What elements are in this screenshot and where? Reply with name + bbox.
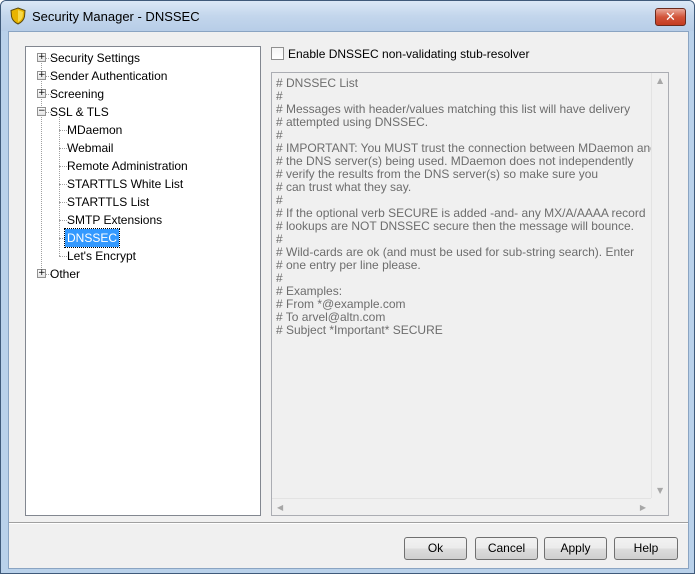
expand-icon[interactable]: + [37, 269, 46, 278]
vertical-scrollbar[interactable]: ▲ ▼ [651, 73, 668, 498]
tree-item-label[interactable]: Security Settings [48, 49, 142, 67]
scroll-right-icon[interactable]: ▶ [640, 503, 646, 512]
expand-icon[interactable]: + [37, 71, 46, 80]
tree-item-screening[interactable]: + Screening [26, 85, 256, 103]
dnssec-list-text[interactable]: # DNSSEC List # # Messages with header/val… [276, 76, 657, 337]
dnssec-list-editor[interactable]: # DNSSEC List # # Messages with header/val… [271, 72, 669, 516]
button-separator [9, 522, 688, 524]
close-button[interactable]: ✕ [655, 8, 686, 26]
dialog-client-area: + Security Settings + Sender Authentication… [8, 31, 689, 569]
apply-button[interactable]: Apply [544, 537, 607, 560]
expand-icon[interactable]: + [37, 53, 46, 62]
tree-item-webmail[interactable]: Webmail [26, 139, 256, 157]
title-bar[interactable]: Security Manager - DNSSEC ✕ [1, 1, 694, 31]
tree-item-dnssec[interactable]: DNSSEC [26, 228, 256, 248]
dnssec-enable-checkbox[interactable] [271, 47, 284, 60]
tree-item-mdaemon[interactable]: MDaemon [26, 121, 256, 139]
tree-item-label[interactable]: SMTP Extensions [65, 211, 164, 229]
scroll-left-icon[interactable]: ◀ [277, 503, 283, 512]
editor-line: # lookups are NOT DNSSEC secure then the… [276, 219, 634, 233]
tree-item-other[interactable]: + Other [26, 265, 256, 283]
tree-item-remote-administration[interactable]: Remote Administration [26, 157, 256, 175]
tree-item-label[interactable]: Remote Administration [65, 157, 190, 175]
ok-button[interactable]: Ok [404, 537, 467, 560]
security-manager-window: Security Manager - DNSSEC ✕ + Security Se… [0, 0, 695, 574]
tree-item-sender-authentication[interactable]: + Sender Authentication [26, 67, 256, 85]
scrollbar-corner [651, 498, 668, 515]
close-icon: ✕ [665, 9, 676, 24]
tree-item-label[interactable]: STARTTLS List [65, 193, 151, 211]
horizontal-scrollbar[interactable]: ◀ ▶ [272, 498, 651, 515]
tree-item-label[interactable]: STARTTLS White List [65, 175, 185, 193]
tree-item-smtp-extensions[interactable]: SMTP Extensions [26, 211, 256, 229]
editor-line: # attempted using DNSSEC. [276, 115, 429, 129]
tree-item-security-settings[interactable]: + Security Settings [26, 49, 256, 67]
tree-item-label[interactable]: MDaemon [65, 121, 124, 139]
shield-icon [10, 7, 26, 25]
editor-line: # can trust what they say. [276, 180, 412, 194]
editor-line: # one entry per line please. [276, 258, 421, 272]
tree-item-label[interactable]: Screening [48, 85, 106, 103]
editor-line: # Subject *Important* SECURE [276, 323, 443, 337]
collapse-icon[interactable]: − [37, 107, 46, 116]
tree-item-label[interactable]: Other [48, 265, 82, 283]
tree-item-label[interactable]: DNSSEC [63, 228, 121, 248]
editor-line: # DNSSEC List [276, 76, 359, 90]
tree-item-label[interactable]: SSL & TLS [48, 103, 111, 121]
tree-item-label[interactable]: Webmail [65, 139, 115, 157]
tree-item-ssl-tls[interactable]: − SSL & TLS [26, 103, 256, 121]
tree-item-label[interactable]: Sender Authentication [48, 67, 169, 85]
help-button[interactable]: Help [614, 537, 678, 560]
expand-icon[interactable]: + [37, 89, 46, 98]
dnssec-enable-label[interactable]: Enable DNSSEC non-validating stub-resolv… [288, 47, 529, 61]
tree-item-starttls-list[interactable]: STARTTLS List [26, 193, 256, 211]
scroll-up-icon[interactable]: ▲ [657, 76, 663, 85]
tree-item-starttls-white-list[interactable]: STARTTLS White List [26, 175, 256, 193]
scroll-down-icon[interactable]: ▼ [657, 486, 663, 495]
tree-item-let-s-encrypt[interactable]: Let's Encrypt [26, 247, 256, 265]
tree-item-label[interactable]: Let's Encrypt [65, 247, 138, 265]
cancel-button[interactable]: Cancel [475, 537, 538, 560]
window-title: Security Manager - DNSSEC [32, 9, 200, 24]
navigation-tree[interactable]: + Security Settings + Sender Authentication… [25, 46, 261, 516]
